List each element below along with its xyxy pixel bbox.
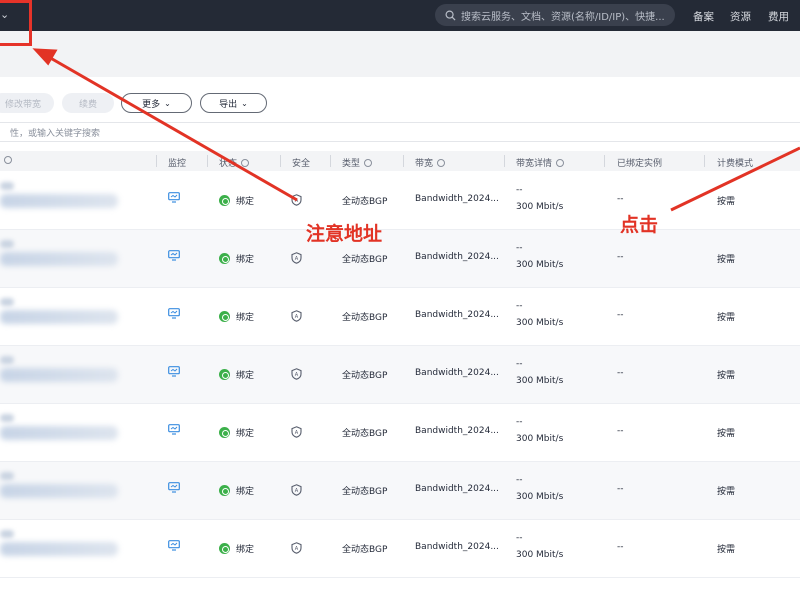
arrow-to-region	[46, 54, 298, 202]
arrow-head	[32, 48, 58, 66]
annotation-note-address: 注意地址	[306, 223, 383, 245]
annotation-arrows	[32, 48, 800, 212]
annotation-click: 点击	[620, 214, 659, 236]
arrow-to-right	[670, 146, 800, 212]
